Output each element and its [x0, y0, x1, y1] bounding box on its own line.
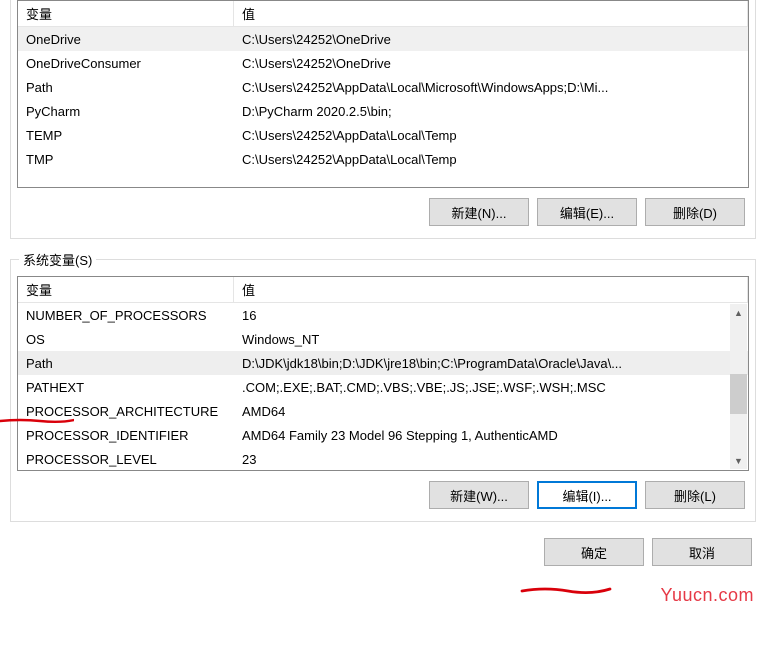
var-value: C:\Users\24252\OneDrive	[234, 30, 748, 49]
var-name: NUMBER_OF_PROCESSORS	[18, 306, 234, 325]
annotation-underline-edit	[520, 586, 612, 596]
var-value: C:\Users\24252\OneDrive	[234, 54, 748, 73]
list-header: 变量 值	[18, 1, 748, 27]
var-name: OneDriveConsumer	[18, 54, 234, 73]
var-name: PATHEXT	[18, 378, 234, 397]
var-name: PyCharm	[18, 102, 234, 121]
column-header-variable[interactable]: 变量	[18, 276, 234, 303]
table-row[interactable]: Path D:\JDK\jdk18\bin;D:\JDK\jre18\bin;C…	[18, 351, 748, 375]
var-name: PROCESSOR_ARCHITECTURE	[18, 402, 234, 421]
column-header-variable[interactable]: 变量	[18, 0, 234, 27]
var-value: D:\JDK\jdk18\bin;D:\JDK\jre18\bin;C:\Pro…	[234, 354, 748, 373]
scroll-up-icon[interactable]: ▲	[730, 304, 747, 321]
var-value: .COM;.EXE;.BAT;.CMD;.VBS;.VBE;.JS;.JSE;.…	[234, 378, 748, 397]
user-variables-list[interactable]: 变量 值 OneDrive C:\Users\24252\OneDrive On…	[17, 0, 749, 188]
table-row[interactable]: OneDrive C:\Users\24252\OneDrive	[18, 27, 748, 51]
ok-button[interactable]: 确定	[544, 538, 644, 566]
table-row[interactable]: PROCESSOR_IDENTIFIER AMD64 Family 23 Mod…	[18, 423, 748, 447]
edit-user-var-button[interactable]: 编辑(E)...	[537, 198, 637, 226]
new-system-var-button[interactable]: 新建(W)...	[429, 481, 529, 509]
table-row[interactable]: PyCharm D:\PyCharm 2020.2.5\bin;	[18, 99, 748, 123]
var-name: OS	[18, 330, 234, 349]
var-value: Windows_NT	[234, 330, 748, 349]
user-vars-button-row: 新建(N)... 编辑(E)... 删除(D)	[17, 188, 749, 232]
table-row[interactable]: Path C:\Users\24252\AppData\Local\Micros…	[18, 75, 748, 99]
table-row[interactable]: OneDriveConsumer C:\Users\24252\OneDrive	[18, 51, 748, 75]
var-value: D:\PyCharm 2020.2.5\bin;	[234, 102, 748, 121]
table-row[interactable]: PROCESSOR_ARCHITECTURE AMD64	[18, 399, 748, 423]
system-vars-button-row: 新建(W)... 编辑(I)... 删除(L)	[17, 471, 749, 515]
var-value: C:\Users\24252\AppData\Local\Temp	[234, 126, 748, 145]
delete-user-var-button[interactable]: 删除(D)	[645, 198, 745, 226]
cancel-button[interactable]: 取消	[652, 538, 752, 566]
var-name: TMP	[18, 150, 234, 169]
table-row[interactable]: PATHEXT .COM;.EXE;.BAT;.CMD;.VBS;.VBE;.J…	[18, 375, 748, 399]
list-body: NUMBER_OF_PROCESSORS 16 OS Windows_NT Pa…	[18, 303, 748, 471]
scroll-down-icon[interactable]: ▼	[730, 452, 747, 469]
var-value: 23	[234, 450, 748, 469]
var-value: AMD64	[234, 402, 748, 421]
system-variables-group: 系统变量(S) 变量 值 NUMBER_OF_PROCESSORS 16 OS …	[10, 259, 756, 522]
system-variables-list[interactable]: 变量 值 NUMBER_OF_PROCESSORS 16 OS Windows_…	[17, 276, 749, 471]
var-name: Path	[18, 354, 234, 373]
system-variables-label: 系统变量(S)	[19, 250, 96, 269]
table-row[interactable]: OS Windows_NT	[18, 327, 748, 351]
var-name: TEMP	[18, 126, 234, 145]
list-body: OneDrive C:\Users\24252\OneDrive OneDriv…	[18, 27, 748, 171]
var-name: OneDrive	[18, 30, 234, 49]
column-header-value[interactable]: 值	[234, 276, 748, 303]
dialog-button-row: 确定 取消	[0, 530, 766, 576]
var-name: PROCESSOR_IDENTIFIER	[18, 426, 234, 445]
list-header: 变量 值	[18, 277, 748, 303]
scroll-thumb[interactable]	[730, 374, 747, 414]
column-header-value[interactable]: 值	[234, 0, 748, 27]
table-row[interactable]: PROCESSOR_LEVEL 23	[18, 447, 748, 471]
user-variables-group: 变量 值 OneDrive C:\Users\24252\OneDrive On…	[10, 0, 756, 239]
delete-system-var-button[interactable]: 删除(L)	[645, 481, 745, 509]
var-value: C:\Users\24252\AppData\Local\Microsoft\W…	[234, 78, 748, 97]
table-row[interactable]: TEMP C:\Users\24252\AppData\Local\Temp	[18, 123, 748, 147]
new-user-var-button[interactable]: 新建(N)...	[429, 198, 529, 226]
var-value: 16	[234, 306, 748, 325]
scrollbar[interactable]: ▲ ▼	[730, 304, 747, 469]
var-value: C:\Users\24252\AppData\Local\Temp	[234, 150, 748, 169]
watermark: Yuucn.com	[660, 585, 754, 606]
var-name: PROCESSOR_LEVEL	[18, 450, 234, 469]
table-row[interactable]: TMP C:\Users\24252\AppData\Local\Temp	[18, 147, 748, 171]
var-value: AMD64 Family 23 Model 96 Stepping 1, Aut…	[234, 426, 748, 445]
table-row[interactable]: NUMBER_OF_PROCESSORS 16	[18, 303, 748, 327]
edit-system-var-button[interactable]: 编辑(I)...	[537, 481, 637, 509]
var-name: Path	[18, 78, 234, 97]
